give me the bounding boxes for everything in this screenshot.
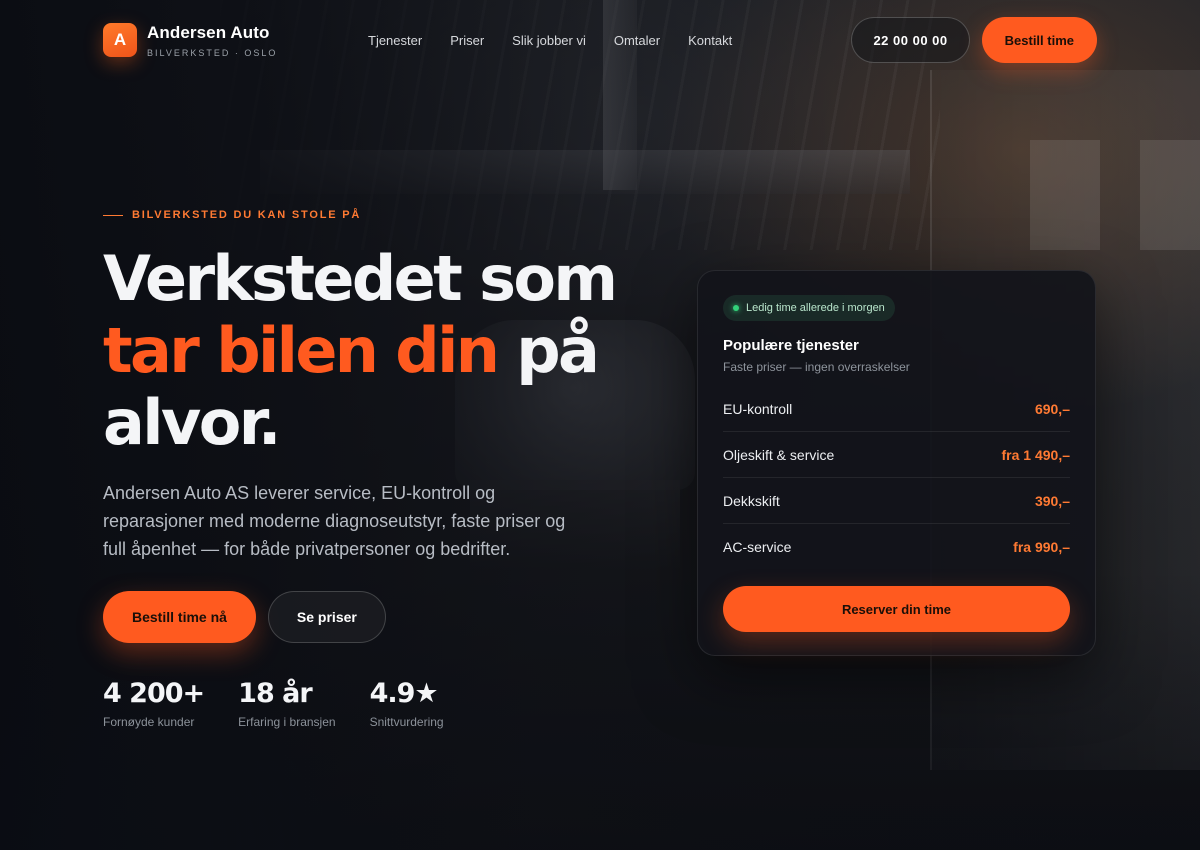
stat-rating: 4.9★ Snittvurdering [370, 678, 444, 729]
stat-value: 4 200+ [103, 678, 205, 709]
hero-eyebrow: BILVERKSTED DU KAN STOLE PÅ [103, 209, 361, 221]
price-list: EU-kontroll 690,– Oljeskift & service fr… [723, 386, 1070, 570]
stat-label: Fornøyde kunder [103, 715, 195, 729]
brand-name: Andersen Auto [147, 22, 270, 42]
main-nav: Tjenester Priser Slik jobber vi Omtaler … [368, 33, 732, 48]
eyebrow-text: BILVERKSTED DU KAN STOLE PÅ [132, 209, 362, 221]
headline-part1: Verkstedet som [103, 242, 618, 315]
see-prices-button[interactable]: Se priser [267, 591, 386, 643]
service-price: fra 990,– [1013, 539, 1070, 555]
hero-headline: Verkstedet som tar bilen din på alvor. [103, 243, 683, 459]
eyebrow-line [103, 214, 123, 216]
service-name: AC-service [723, 539, 792, 555]
nav-link-tjenester[interactable]: Tjenester [368, 33, 422, 48]
headline-part3: alvor. [103, 386, 281, 459]
hero-lead-text: Andersen Auto AS leverer service, EU-kon… [103, 483, 566, 559]
service-price: 690,– [1034, 400, 1070, 417]
phone-button[interactable]: 22 00 00 00 [851, 17, 970, 63]
nav-link-slik-jobber-vi[interactable]: Slik jobber vi [512, 33, 586, 48]
stats-row: 4 200+ Fornøyde kunder 18 år Erfaring i … [103, 678, 478, 729]
availability-text: Ledig time allerede i morgen [746, 302, 885, 314]
price-row-dekkskift: Dekkskift 390,– [723, 478, 1070, 524]
stat-label: Erfaring i bransjen [238, 715, 336, 729]
service-name: Oljeskift & service [723, 446, 835, 463]
stat-customers: 4 200+ Fornøyde kunder [103, 678, 205, 729]
headline-accent: tar bilen din [103, 314, 500, 387]
availability-badge: Ledig time allerede i morgen [723, 295, 895, 321]
service-name: EU-kontroll [723, 400, 793, 417]
price-row-ac-service: AC-service fra 990,– [723, 524, 1070, 570]
service-price: fra 1 490,– [1001, 446, 1071, 463]
nav-link-omtaler[interactable]: Omtaler [614, 33, 660, 48]
popular-services-card: Ledig time allerede i morgen Populære tj… [697, 270, 1096, 656]
logo-icon: A [103, 23, 137, 57]
stat-label: Snittvurdering [369, 715, 444, 729]
brand-tagline: BILVERKSTED · OSLO [147, 47, 278, 58]
price-row-eu-kontroll: EU-kontroll 690,– [723, 386, 1070, 432]
status-dot-icon [733, 305, 739, 311]
headline-part2: på [516, 314, 600, 387]
service-price: 390,– [1034, 492, 1070, 509]
nav-link-kontakt[interactable]: Kontakt [688, 33, 732, 48]
book-appointment-button[interactable]: Bestill time [981, 17, 1097, 63]
book-now-button[interactable]: Bestill time nå [103, 591, 256, 643]
site-header: A Andersen Auto BILVERKSTED · OSLO Tjene… [103, 16, 1097, 64]
stat-experience: 18 år Erfaring i bransjen [238, 678, 335, 729]
service-name: Dekkskift [723, 492, 780, 509]
card-title: Populære tjenester [723, 337, 859, 354]
card-subtitle: Faste priser — ingen overraskelser [723, 360, 910, 374]
stat-value: 18 år [238, 678, 313, 709]
price-row-oljeskift: Oljeskift & service fra 1 490,– [723, 432, 1070, 478]
stat-value: 4.9★ [369, 678, 439, 709]
nav-link-priser[interactable]: Priser [450, 33, 484, 48]
reserve-appointment-button[interactable]: Reserver din time [723, 586, 1070, 632]
brand-logo-link[interactable]: A Andersen Auto BILVERKSTED · OSLO [103, 23, 368, 58]
